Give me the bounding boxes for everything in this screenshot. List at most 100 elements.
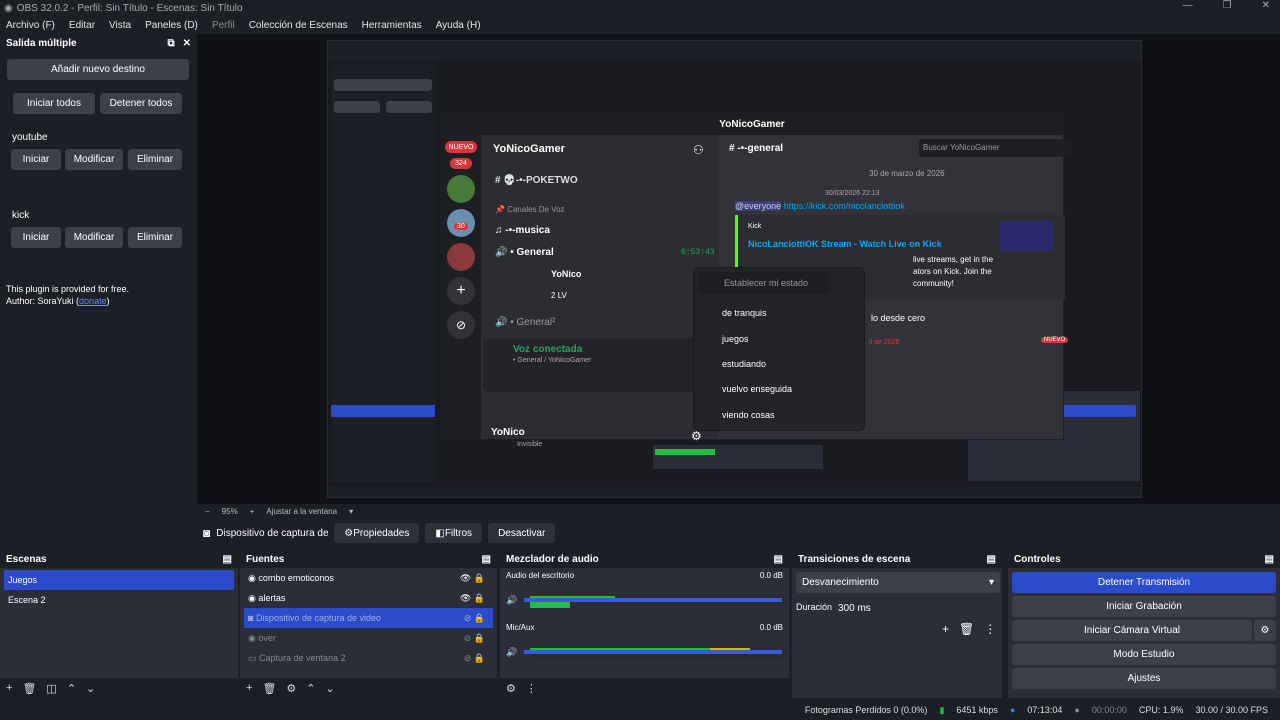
trash-icon[interactable]: 🗑 [959, 622, 974, 636]
add-icon[interactable]: + [6, 682, 12, 694]
speaker-icon[interactable]: 🔊 [506, 595, 517, 606]
channel-general2[interactable]: 🔊 • General² [495, 317, 555, 328]
youtube-start-button[interactable]: Iniciar [11, 149, 61, 170]
zoom-out-button[interactable]: − [205, 507, 210, 516]
stop-all-button[interactable]: Detener todos [100, 93, 182, 114]
voice-user-2[interactable]: 2 LV [551, 291, 567, 300]
embed-title[interactable]: NicoLanciottiOK Stream - Watch Live on K… [748, 239, 942, 249]
mixer-toolbar: ⚙ ⋮ [500, 678, 789, 698]
youtube-delete-button[interactable]: Eliminar [128, 149, 182, 170]
status-option-2[interactable]: juegos [722, 334, 749, 344]
menu-perfil[interactable]: Perfil [212, 20, 235, 31]
status-option-3[interactable]: estudiando [722, 359, 766, 369]
kick-delete-button[interactable]: Eliminar [128, 227, 182, 248]
kick-start-button[interactable]: Iniciar [11, 227, 61, 248]
channel-general-voice[interactable]: 🔊 • General [495, 247, 554, 258]
speaker-icon[interactable]: 🔊 [506, 647, 517, 658]
settings-icon[interactable]: ⚙ [691, 429, 702, 443]
dock-menu-icon[interactable]: ▤ [1265, 554, 1274, 565]
maximize-icon[interactable]: ❐ [1223, 0, 1232, 11]
visibility-lock-icons[interactable]: ⊘ 🔒 [464, 653, 485, 664]
menu-paneles[interactable]: Paneles (D) [145, 20, 198, 31]
studio-mode-button[interactable]: Modo Estudio [1012, 644, 1276, 665]
menu-vista[interactable]: Vista [109, 20, 131, 31]
source-item[interactable]: ◉ over ⊘ 🔒 [240, 628, 497, 648]
close-icon[interactable]: ✕ [183, 38, 191, 49]
menu-ayuda[interactable]: Ayuda (H) [436, 20, 481, 31]
menu-dots-icon[interactable]: ⋮ [984, 622, 996, 636]
visibility-lock-icons[interactable]: ⊘ 🔒 [464, 613, 485, 624]
visibility-lock-icons[interactable]: ⊘ 🔒 [464, 633, 485, 644]
menu-editar[interactable]: Editar [69, 20, 95, 31]
channel-poketwo[interactable]: # 💀-•-POKETWO [495, 175, 578, 186]
donate-link[interactable]: donate [79, 296, 107, 306]
add-icon[interactable]: + [942, 622, 949, 636]
start-recording-button[interactable]: Iniciar Grabación [1012, 596, 1276, 617]
youtube-edit-button[interactable]: Modificar [65, 149, 123, 170]
server-name[interactable]: YoNicoGamer [493, 143, 565, 155]
trash-icon[interactable]: 🗑 [262, 682, 276, 695]
voice-user[interactable]: YoNico [551, 269, 581, 279]
float-icon[interactable]: ⧉ [167, 38, 174, 49]
status-option-4[interactable]: vuelvo enseguida [722, 384, 792, 394]
gear-icon[interactable]: ⚙ [286, 682, 296, 695]
settings-button[interactable]: Ajustes [1012, 668, 1276, 689]
properties-button[interactable]: ⚙ Propiedades [334, 523, 420, 543]
server-icon[interactable] [447, 175, 475, 203]
dock-menu-icon[interactable]: ▤ [987, 554, 996, 565]
filters-button[interactable]: ◧ Filtros [425, 523, 483, 543]
scene-item[interactable]: Juegos [4, 570, 234, 590]
move-down-icon[interactable]: ⌄ [326, 682, 335, 695]
source-item[interactable]: ▭ Captura de ventana 2 ⊘ 🔒 [240, 648, 497, 668]
scene-item[interactable]: Escena 2 [0, 590, 238, 610]
kick-edit-button[interactable]: Modificar [65, 227, 123, 248]
add-server-icon[interactable]: + [447, 277, 475, 305]
transition-select[interactable]: Desvanecimiento ▾ [796, 572, 1000, 593]
zoom-bar: − 95% + Ajustar a la ventana ▾ [197, 504, 1280, 518]
move-up-icon[interactable]: ⌃ [67, 682, 76, 695]
menu-archivo[interactable]: Archivo (F) [6, 20, 55, 31]
add-member-icon[interactable]: ⚇ [693, 143, 704, 157]
menu-herramientas[interactable]: Herramientas [362, 20, 422, 31]
source-item[interactable]: ◉ combo emoticonos 👁 🔒 [240, 568, 497, 588]
message-link[interactable]: https://kick.com/nicolanciottiok [784, 201, 905, 211]
channel-musica[interactable]: ♫ -•-musica [495, 225, 550, 236]
zoom-dropdown-icon[interactable]: ▾ [349, 507, 353, 516]
dock-menu-icon[interactable]: ▤ [482, 554, 491, 565]
stop-stream-button[interactable]: Detener Transmisión [1012, 572, 1276, 593]
voice-category[interactable]: 📌 Canales De Voz [495, 205, 565, 214]
deactivate-button[interactable]: Desactivar [488, 523, 556, 543]
server-icon[interactable] [447, 243, 475, 271]
add-icon[interactable]: + [246, 682, 252, 694]
volume-slider[interactable] [524, 650, 782, 654]
dock-menu-icon[interactable]: ▤ [223, 554, 232, 565]
source-item[interactable]: ◙ Dispositivo de captura de video ⊘ 🔒 [244, 608, 493, 628]
status-input[interactable]: Establecer mi estado [698, 272, 828, 294]
menu-coleccion[interactable]: Colección de Escenas [249, 20, 348, 31]
zoom-fit[interactable]: Ajustar a la ventana [266, 507, 337, 516]
volume-slider[interactable] [524, 598, 782, 602]
trash-icon[interactable]: 🗑 [22, 682, 36, 695]
virtual-camera-button[interactable]: Iniciar Cámara Virtual [1012, 620, 1252, 641]
source-item[interactable]: ◉ alertas 👁 🔒 [240, 588, 497, 608]
mention[interactable]: @everyone [735, 201, 782, 211]
search-input[interactable]: Buscar YoNicoGamer [919, 139, 1071, 157]
zoom-in-button[interactable]: + [250, 507, 255, 516]
minimize-icon[interactable]: — [1183, 0, 1193, 11]
close-icon[interactable]: ✕ [1262, 0, 1270, 11]
duration-input[interactable]: 300 ms [832, 598, 1000, 619]
start-all-button[interactable]: Iniciar todos [13, 93, 95, 114]
move-up-icon[interactable]: ⌃ [306, 682, 315, 695]
add-target-button[interactable]: Añadir nuevo destino [7, 59, 189, 80]
visibility-lock-icons[interactable]: 👁 🔒 [460, 593, 485, 604]
discover-icon[interactable]: ⊘ [447, 311, 475, 339]
filter-icon[interactable]: ◫ [46, 682, 56, 695]
move-down-icon[interactable]: ⌄ [86, 682, 95, 695]
menu-dots-icon[interactable]: ⋮ [526, 682, 537, 695]
gear-icon[interactable]: ⚙ [1254, 620, 1276, 641]
gear-icon[interactable]: ⚙ [506, 682, 516, 695]
status-option-5[interactable]: viendo cosas [722, 410, 775, 420]
visibility-lock-icons[interactable]: 👁 🔒 [460, 573, 485, 584]
status-option-1[interactable]: de tranquis [722, 308, 767, 318]
dock-menu-icon[interactable]: ▤ [774, 554, 783, 565]
